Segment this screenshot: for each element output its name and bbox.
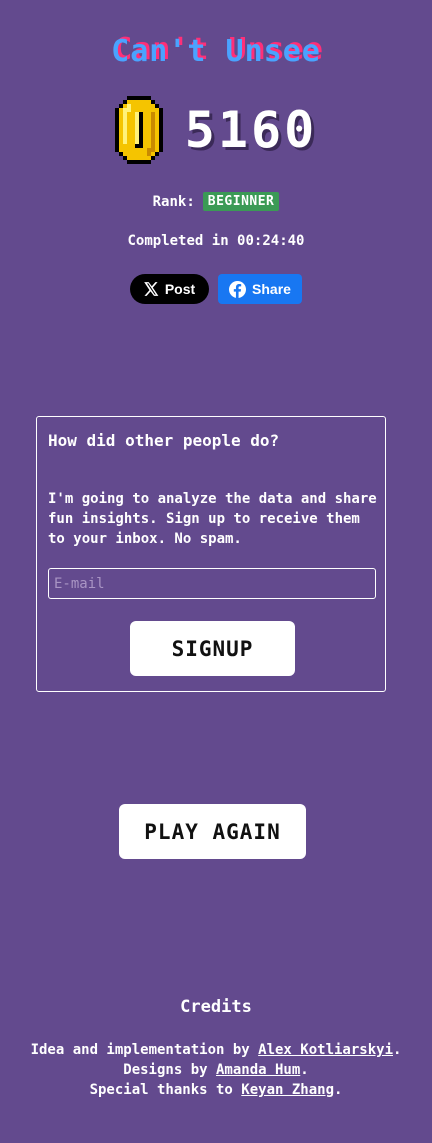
page-title: Can't Unsee — [111, 34, 321, 69]
score-value: 5160 — [184, 101, 318, 159]
credits-line-thanks-suffix: . — [334, 1082, 343, 1098]
credits-line-idea-prefix: Idea and implementation by — [30, 1042, 259, 1058]
signup-description: I'm going to analyze the data and share … — [48, 491, 377, 547]
completed-time: Completed in 00:24:40 — [127, 233, 305, 249]
credits-text: Idea and implementation by Alex Kotliars… — [0, 1040, 432, 1100]
facebook-logo-icon — [229, 280, 247, 298]
x-post-label: Post — [164, 281, 196, 297]
coin-icon — [114, 96, 163, 164]
rank-badge: BEGINNER — [202, 192, 280, 211]
newsletter-signup-box: How did other people do? I'm going to an… — [36, 416, 386, 692]
facebook-share-button[interactable]: Share — [218, 274, 302, 304]
x-post-button[interactable]: Post — [130, 274, 209, 304]
thanks-link[interactable]: Keyan Zhang — [241, 1082, 334, 1098]
email-input[interactable] — [48, 568, 376, 599]
score-display: 5160 — [0, 96, 432, 164]
credits-title: Credits — [180, 997, 252, 1017]
play-again-button[interactable]: PLAY AGAIN — [119, 804, 306, 859]
credits-line-thanks-prefix: Special thanks to — [89, 1082, 242, 1098]
author-link[interactable]: Alex Kotliarskyi — [258, 1042, 393, 1058]
credits-line-designs-prefix: Designs by — [123, 1062, 216, 1078]
designer-link[interactable]: Amanda Hum — [216, 1062, 300, 1078]
signup-heading: How did other people do? — [48, 431, 280, 450]
signup-button[interactable]: SIGNUP — [130, 621, 295, 676]
credits-line-idea-suffix: . — [393, 1042, 402, 1058]
rank-row: Rank: BEGINNER — [0, 192, 432, 211]
credits-line-idea: Idea and implementation by Alex Kotliars… — [0, 1040, 432, 1060]
credits-line-designs-suffix: . — [300, 1062, 309, 1078]
x-logo-icon — [144, 282, 159, 296]
share-buttons: Post Share — [0, 274, 432, 304]
credits-line-thanks: Special thanks to Keyan Zhang. — [0, 1080, 432, 1100]
credits-line-designs: Designs by Amanda Hum. — [0, 1060, 432, 1080]
rank-label: Rank: — [152, 193, 195, 210]
facebook-share-label: Share — [252, 281, 291, 297]
